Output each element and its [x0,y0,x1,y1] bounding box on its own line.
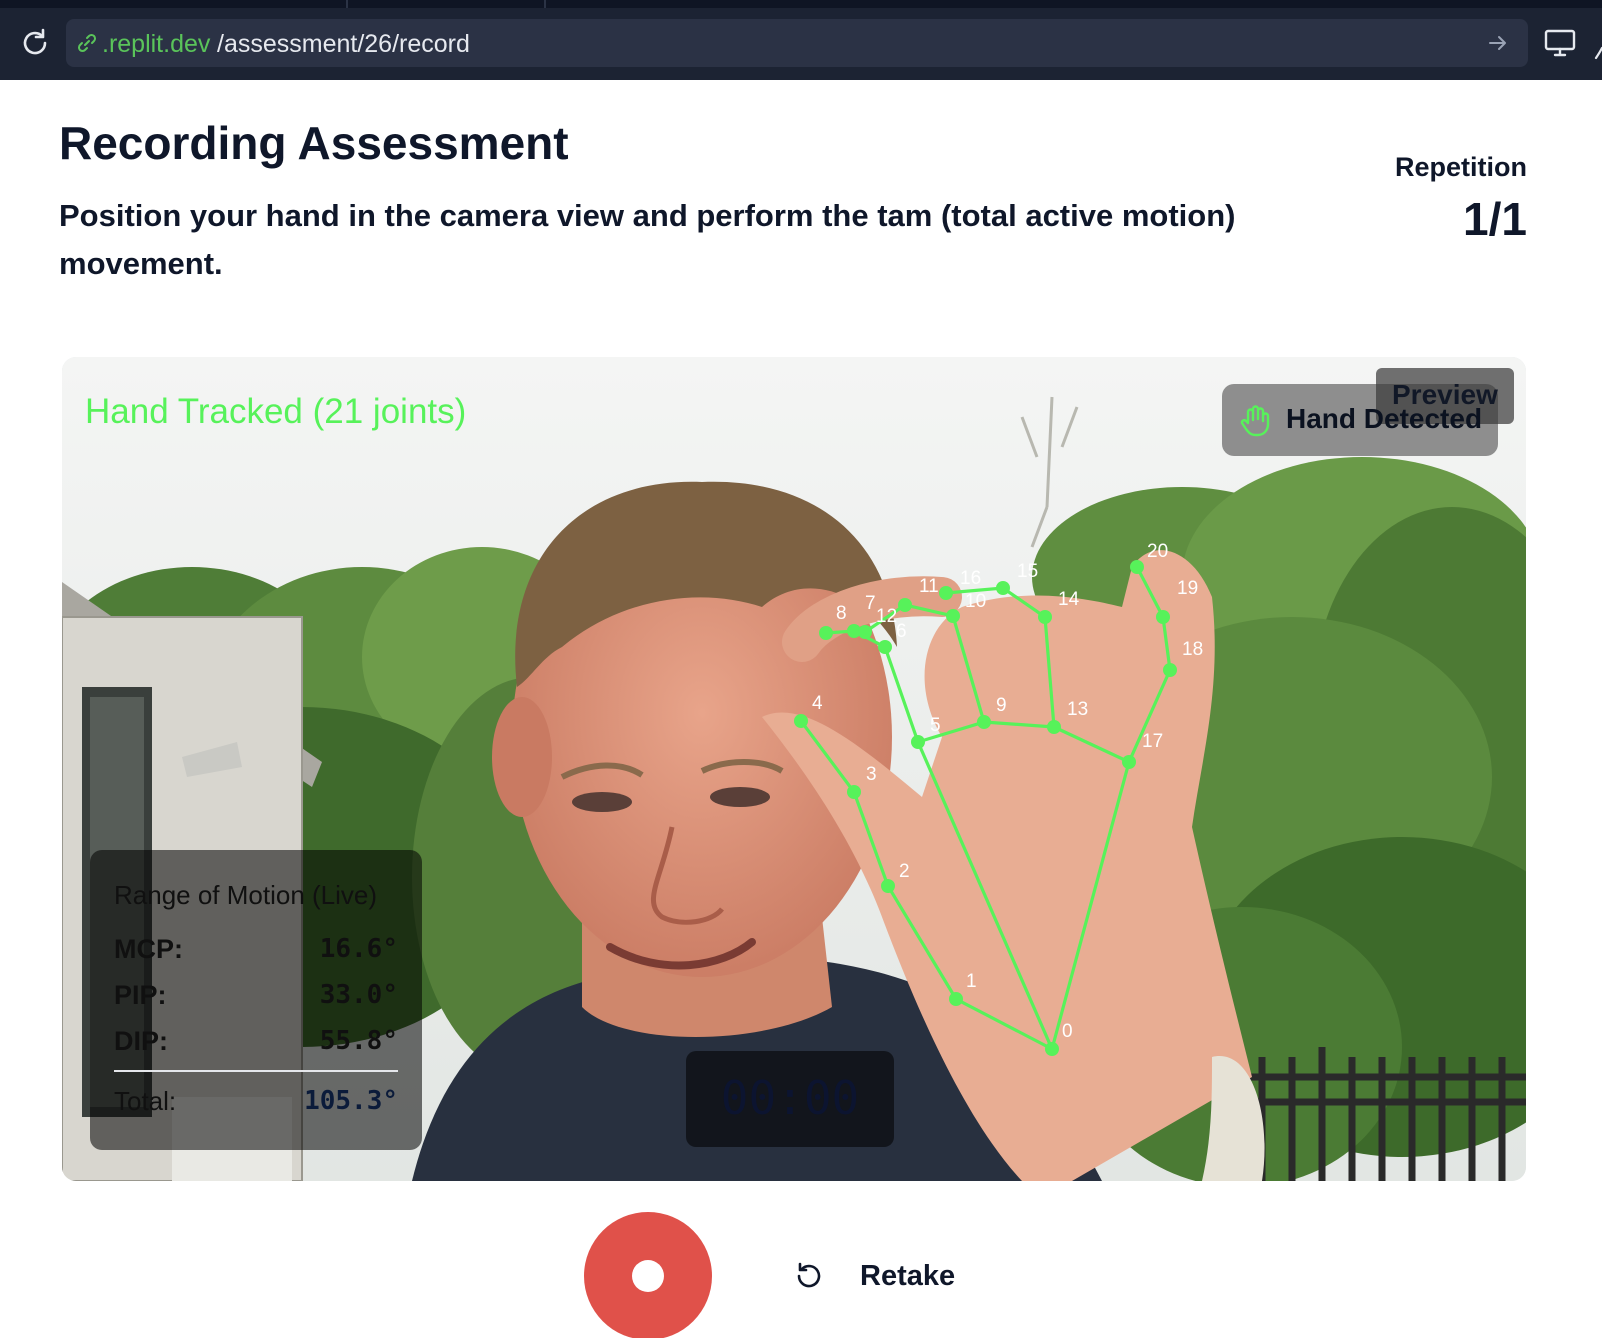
hand-tracked-label: Hand Tracked (21 joints) [85,392,467,431]
rom-row-pip: PIP: 33.0° [114,980,398,1016]
joint-label-13: 13 [1067,699,1088,720]
edge-icon[interactable] [1594,40,1602,60]
rom-row-mcp: MCP: 16.6° [114,934,398,970]
joint-label-6: 6 [896,621,907,642]
joint-label-8: 8 [836,603,847,624]
monitor-icon[interactable] [1544,28,1576,58]
joint-label-17: 17 [1142,731,1163,752]
repetition-counter: 1/1 [1463,193,1527,245]
joint-label-18: 18 [1182,639,1203,660]
rom-key: MCP: [114,934,183,964]
link-icon [77,33,97,53]
joint-label-11: 11 [919,576,939,597]
tab-separator [544,0,546,8]
browser-toolbar: .replit.dev /assessment/26/record [0,0,1602,80]
retake-button[interactable]: Retake [792,1254,992,1302]
record-button[interactable] [584,1212,712,1338]
joint-label-4: 4 [812,693,823,714]
joint-label-3: 3 [866,764,877,785]
joint-label-16: 16 [960,568,981,589]
url-domain: .replit.dev [102,30,211,58]
recording-timer: 00:00 [686,1051,894,1147]
joint-label-7: 7 [865,593,876,614]
rom-total-value: 105.3° [304,1086,398,1116]
reload-icon[interactable] [18,26,52,60]
repetition-label: Repetition [1395,152,1527,182]
joint-label-15: 15 [1017,561,1038,582]
rotate-ccw-icon [797,1262,821,1288]
joint-label-5: 5 [930,715,941,736]
go-arrow-icon[interactable] [1486,31,1510,55]
joint-label-20: 20 [1147,541,1168,562]
rom-row-dip: DIP: 55.8° [114,1026,398,1062]
rom-total-label: Total: [114,1086,177,1116]
tab-strip [0,0,1602,8]
record-dot-icon [632,1260,664,1292]
hand-detected-label: Hand Detected [1286,403,1483,434]
instructions-text: Position your hand in the camera view an… [59,198,1236,281]
retake-label: Retake [860,1260,956,1292]
hand-icon [1240,405,1270,437]
joint-label-12: 12 [876,606,897,627]
joint-label-14: 14 [1058,589,1080,610]
joint-label-0: 0 [1062,1021,1073,1042]
camera-preview: 0 1 2 3 4 5 6 7 8 9 10 11 12 13 14 15 16… [62,357,1526,1181]
joint-label-19: 19 [1177,578,1198,599]
page-title: Recording Assessment [59,117,569,169]
timer-value: 00:00 [720,1071,860,1125]
range-of-motion-panel: Range of Motion (Live) MCP: 16.6° PIP: 3… [90,850,422,1150]
rom-value: 16.6° [319,934,398,964]
rom-title: Range of Motion (Live) [114,880,378,910]
rom-value: 33.0° [319,980,398,1010]
rom-key: DIP: [114,1026,168,1056]
tab-separator [346,0,348,8]
rom-divider [114,1070,398,1072]
address-bar[interactable]: .replit.dev /assessment/26/record [66,19,1528,67]
url-path: /assessment/26/record [217,30,470,58]
joint-label-10: 10 [965,591,986,612]
joint-label-1: 1 [966,971,977,992]
rom-value: 55.8° [319,1026,398,1056]
joint-label-9: 9 [996,695,1007,716]
rom-key: PIP: [114,980,167,1010]
joint-label-2: 2 [899,861,910,882]
